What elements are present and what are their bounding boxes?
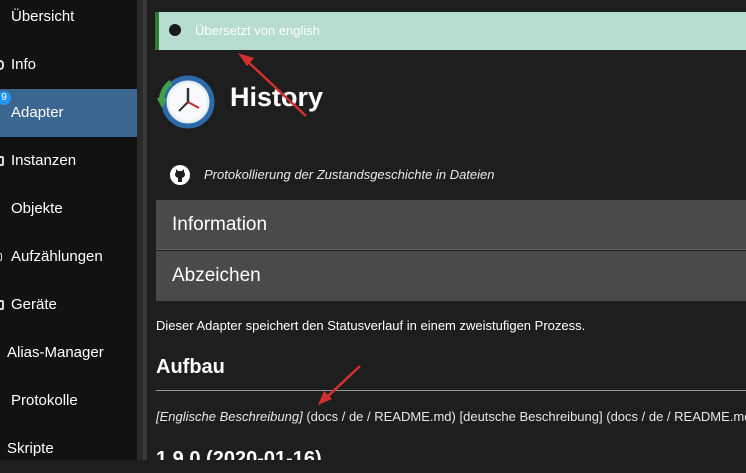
update-count-badge: 9: [0, 91, 11, 105]
sidebar-item-label: Übersicht: [11, 8, 75, 25]
sidebar-item-aufzaehlungen[interactable]: Aufzählungen: [0, 233, 137, 281]
intro-paragraph: Dieser Adapter speichert den Statusverla…: [156, 318, 586, 333]
globe-icon: [169, 24, 181, 36]
page-title: History: [230, 82, 324, 112]
description-links: [Englische Beschreibung] (docs / de / RE…: [156, 409, 746, 424]
devices-icon: [0, 300, 4, 310]
sidebar-item-skripte[interactable]: Skripte: [0, 425, 137, 473]
translation-notice-text: Übersetzt von english: [195, 23, 321, 38]
sidebar-item-label: Adapter: [11, 104, 64, 121]
link-german-description[interactable]: [deutsche Beschreibung]: [460, 409, 603, 424]
sidebar-item-instanzen[interactable]: Instanzen: [0, 137, 137, 185]
info-icon: [0, 60, 4, 70]
sidebar-item-label: Info: [11, 56, 37, 73]
version-heading: 1.9.0 (2020-01-16): [156, 448, 322, 460]
sidebar-item-objekte[interactable]: Objekte: [0, 185, 137, 233]
history-clock-icon: [157, 75, 215, 129]
github-icon[interactable]: [169, 164, 191, 186]
sidebar-item-label: Aufzählungen: [11, 248, 103, 265]
divider: [156, 390, 746, 391]
sidebar-item-uebersicht[interactable]: Übersicht: [0, 0, 137, 41]
main-content: Übersetzt von english History Protokolli…: [147, 0, 746, 460]
sidebar-item-protokolle[interactable]: Protokolle: [0, 377, 137, 425]
accordion-information[interactable]: Information: [156, 200, 746, 250]
sidebar-item-label: Alias-Manager: [7, 344, 104, 361]
section-title: Aufbau: [156, 356, 225, 378]
sidebar: Übersicht Info 9 Adapter Instanzen Objek…: [0, 0, 137, 460]
instances-icon: [0, 156, 4, 166]
sidebar-item-label: Protokolle: [11, 392, 78, 409]
sidebar-item-alias-manager[interactable]: Alias-Manager: [0, 329, 137, 377]
link-english-path[interactable]: (docs / de / README.md): [306, 409, 456, 424]
enums-icon: [0, 253, 2, 261]
accordion-badges[interactable]: Abzeichen: [156, 251, 746, 301]
sidebar-item-label: Skripte: [7, 440, 54, 457]
adapter-description: Protokollierung der Zustandsgeschichte i…: [204, 167, 495, 182]
sidebar-item-info[interactable]: Info: [0, 41, 137, 89]
translation-notice: Übersetzt von english: [155, 12, 746, 50]
sidebar-item-adapter[interactable]: 9 Adapter: [0, 89, 137, 137]
link-german-path[interactable]: (docs / de / README.md): [606, 409, 746, 424]
link-english-description[interactable]: [Englische Beschreibung]: [156, 409, 303, 424]
sidebar-item-label: Geräte: [11, 296, 57, 313]
sidebar-item-label: Objekte: [11, 200, 63, 217]
sidebar-item-label: Instanzen: [11, 152, 77, 169]
sidebar-item-geraete[interactable]: Geräte: [0, 281, 137, 329]
